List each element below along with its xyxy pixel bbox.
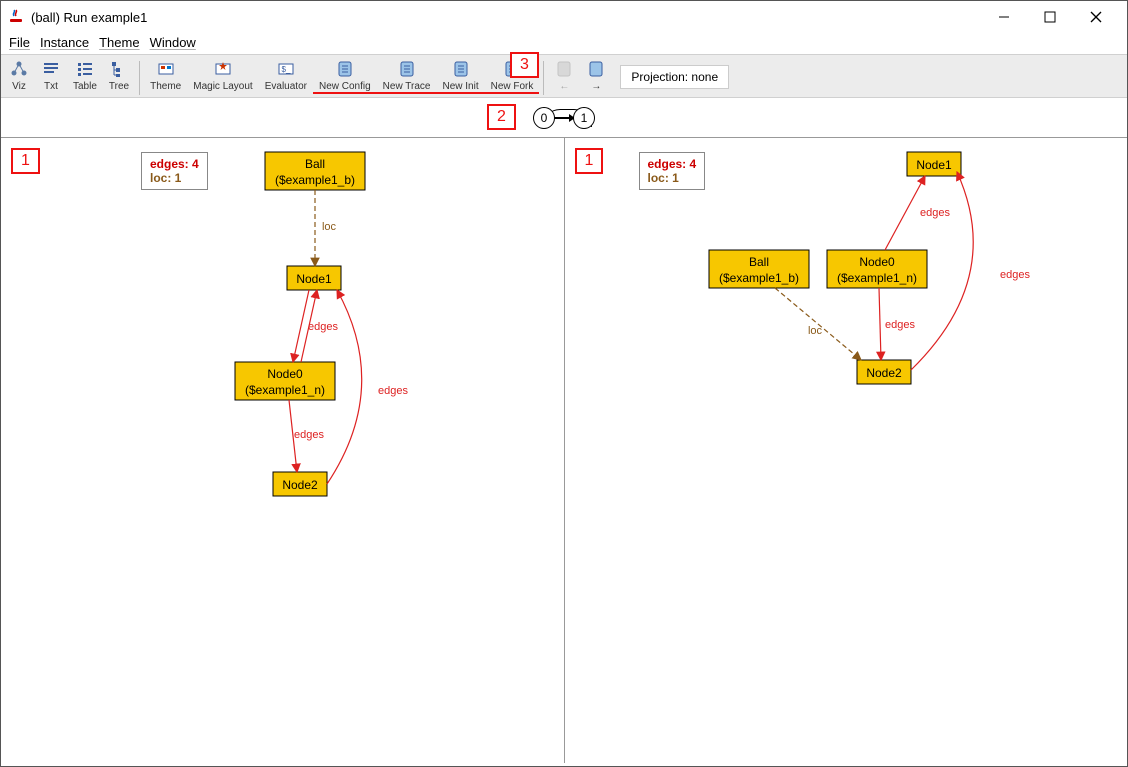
node-node1-label: Node1 bbox=[296, 272, 332, 286]
magic-layout-button[interactable]: Magic Layout bbox=[187, 59, 258, 92]
svg-text:$_: $_ bbox=[281, 65, 290, 74]
java-icon bbox=[9, 9, 25, 25]
edge-loc-label: loc bbox=[807, 325, 822, 337]
state-bar: 2 0 1 bbox=[1, 98, 1127, 138]
txt-button[interactable]: Txt bbox=[35, 59, 67, 92]
menu-theme[interactable]: Theme bbox=[99, 35, 139, 50]
edge-e2-label: edges bbox=[294, 429, 324, 441]
node-ball-label2: ($example1_b) bbox=[718, 271, 798, 285]
callout-3: 3 bbox=[510, 52, 539, 78]
state-node-1[interactable]: 1 bbox=[573, 107, 595, 129]
edge-n1-n0 bbox=[293, 290, 309, 362]
menu-instance[interactable]: Instance bbox=[40, 35, 89, 50]
menubar: File Instance Theme Window bbox=[1, 33, 1127, 54]
scroll-prev-icon bbox=[554, 59, 574, 79]
new-init-label: New Init bbox=[442, 81, 478, 92]
theme-button[interactable]: Theme bbox=[144, 59, 187, 92]
projection-label[interactable]: Projection: none bbox=[620, 65, 729, 89]
tree-icon bbox=[109, 59, 129, 79]
table-icon bbox=[75, 59, 95, 79]
titlebar: (ball) Run example1 bbox=[1, 1, 1127, 33]
close-button[interactable] bbox=[1073, 1, 1119, 33]
table-button[interactable]: Table bbox=[67, 59, 103, 92]
edge-n0-n2 bbox=[879, 288, 881, 360]
nav-next-button[interactable]: → bbox=[580, 59, 612, 92]
node-node0-label1: Node0 bbox=[859, 255, 895, 269]
graph-left: Ball ($example1_b) Node1 Node0 ($example… bbox=[1, 138, 564, 748]
node-node0-label1: Node0 bbox=[267, 367, 303, 381]
edge-loc bbox=[775, 288, 861, 360]
scroll-icon bbox=[397, 59, 417, 79]
node-ball-label1: Ball bbox=[748, 255, 768, 269]
edge-loc-label: loc bbox=[322, 221, 337, 233]
node-node0-label2: ($example1_n) bbox=[836, 271, 916, 285]
edge-n0-n1 bbox=[885, 176, 925, 250]
new-config-label: New Config bbox=[319, 81, 371, 92]
txt-label: Txt bbox=[44, 81, 58, 92]
menu-file[interactable]: File bbox=[9, 35, 30, 50]
new-init-button[interactable]: New Init bbox=[436, 59, 484, 94]
new-trace-button[interactable]: New Trace bbox=[377, 59, 437, 94]
toolbar-separator bbox=[139, 61, 140, 95]
new-fork-label: New Fork bbox=[491, 81, 534, 92]
graph-pane-right[interactable]: 1 edges: 4 loc: 1 Node1 Ball ($example1_… bbox=[565, 138, 1128, 763]
edge-e2-label: edges bbox=[885, 319, 915, 331]
graph-right: Node1 Ball ($example1_b) Node0 ($example… bbox=[565, 138, 1128, 748]
table-label: Table bbox=[73, 81, 97, 92]
evaluator-label: Evaluator bbox=[265, 81, 307, 92]
theme-label: Theme bbox=[150, 81, 181, 92]
magic-layout-label: Magic Layout bbox=[193, 81, 252, 92]
edge-e1-label: edges bbox=[920, 207, 950, 219]
edge-e1-label: edges bbox=[308, 321, 338, 333]
toolbar-separator bbox=[543, 61, 544, 95]
viz-button[interactable]: Viz bbox=[3, 59, 35, 92]
evaluator-button[interactable]: $_ Evaluator bbox=[259, 59, 313, 92]
toolbar: Viz Txt Table Tree Theme Magic Layout $_… bbox=[1, 54, 1127, 98]
minimize-button[interactable] bbox=[981, 1, 1027, 33]
graph-pane-left[interactable]: 1 edges: 4 loc: 1 Ball ($example1_b) Nod… bbox=[1, 138, 565, 763]
new-trace-label: New Trace bbox=[383, 81, 431, 92]
edge-e3-label: edges bbox=[378, 385, 408, 397]
nav-prev-label: ← bbox=[559, 81, 569, 92]
node-node0-label2: ($example1_n) bbox=[245, 383, 325, 397]
new-config-button[interactable]: New Config bbox=[313, 59, 377, 94]
window-title: (ball) Run example1 bbox=[31, 10, 147, 25]
nav-prev-button[interactable]: ← bbox=[548, 59, 580, 92]
edge-e3-label: edges bbox=[1000, 269, 1030, 281]
evaluator-icon: $_ bbox=[276, 59, 296, 79]
tree-button[interactable]: Tree bbox=[103, 59, 135, 92]
scroll-icon bbox=[335, 59, 355, 79]
magic-layout-icon bbox=[213, 59, 233, 79]
theme-icon bbox=[156, 59, 176, 79]
scroll-next-icon bbox=[586, 59, 606, 79]
node-ball-label1: Ball bbox=[305, 157, 325, 171]
callout-2: 2 bbox=[487, 104, 516, 130]
tree-label: Tree bbox=[109, 81, 129, 92]
maximize-button[interactable] bbox=[1027, 1, 1073, 33]
state-node-0[interactable]: 0 bbox=[533, 107, 555, 129]
graph-panes: 1 edges: 4 loc: 1 Ball ($example1_b) Nod… bbox=[1, 138, 1127, 763]
node-node2-label: Node2 bbox=[866, 366, 902, 380]
viz-icon bbox=[9, 59, 29, 79]
nav-next-label: → bbox=[591, 81, 601, 92]
node-ball-label2: ($example1_b) bbox=[275, 173, 355, 187]
scroll-icon bbox=[451, 59, 471, 79]
node-node1-label: Node1 bbox=[916, 158, 952, 172]
menu-window[interactable]: Window bbox=[150, 35, 196, 50]
node-node2-label: Node2 bbox=[282, 478, 318, 492]
txt-icon bbox=[41, 59, 61, 79]
viz-label: Viz bbox=[12, 81, 26, 92]
state-arrow bbox=[554, 117, 574, 119]
